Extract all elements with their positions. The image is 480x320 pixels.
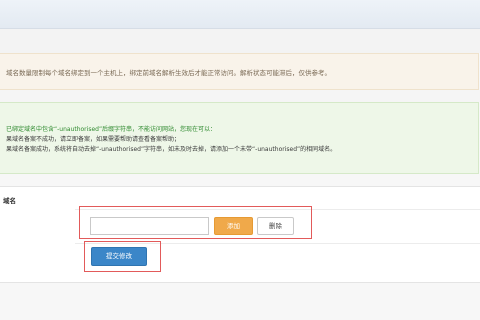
tip-panel: 已绑定域名中包含“-unauthorised”后缀字符串，不能访问网站，您现在可… — [0, 102, 479, 174]
top-header-bar — [0, 0, 480, 29]
add-button[interactable]: 添加 — [214, 217, 253, 235]
domain-label-text: 域名 — [3, 197, 16, 205]
notice-panel: 域名数量限制每个域名绑定到一个主机上，绑定前域名解析生效后才能正常访问。解析状态… — [0, 53, 479, 90]
spacer — [0, 90, 480, 102]
notice-text: 域名数量限制每个域名绑定到一个主机上，绑定前域名解析生效后才能正常访问。解析状态… — [6, 69, 331, 77]
spacer — [0, 29, 480, 53]
tip-line-3: 果域名备案成功，系统将自动去掉“-unauthorised”字符串，如未及时去掉… — [6, 146, 337, 153]
submit-button[interactable]: 提交修改 — [91, 247, 147, 266]
delete-button[interactable]: 删除 — [257, 217, 294, 235]
domain-input[interactable] — [90, 217, 209, 235]
domain-label: 域名 — [0, 186, 75, 208]
tip-line-1: 已绑定域名中包含“-unauthorised”后缀字符串，不能访问网站，您现在可… — [6, 126, 217, 133]
tip-line-2: 果域名备案不成功，请立即备案，如果需要帮助请查看备案帮助； — [6, 136, 181, 143]
